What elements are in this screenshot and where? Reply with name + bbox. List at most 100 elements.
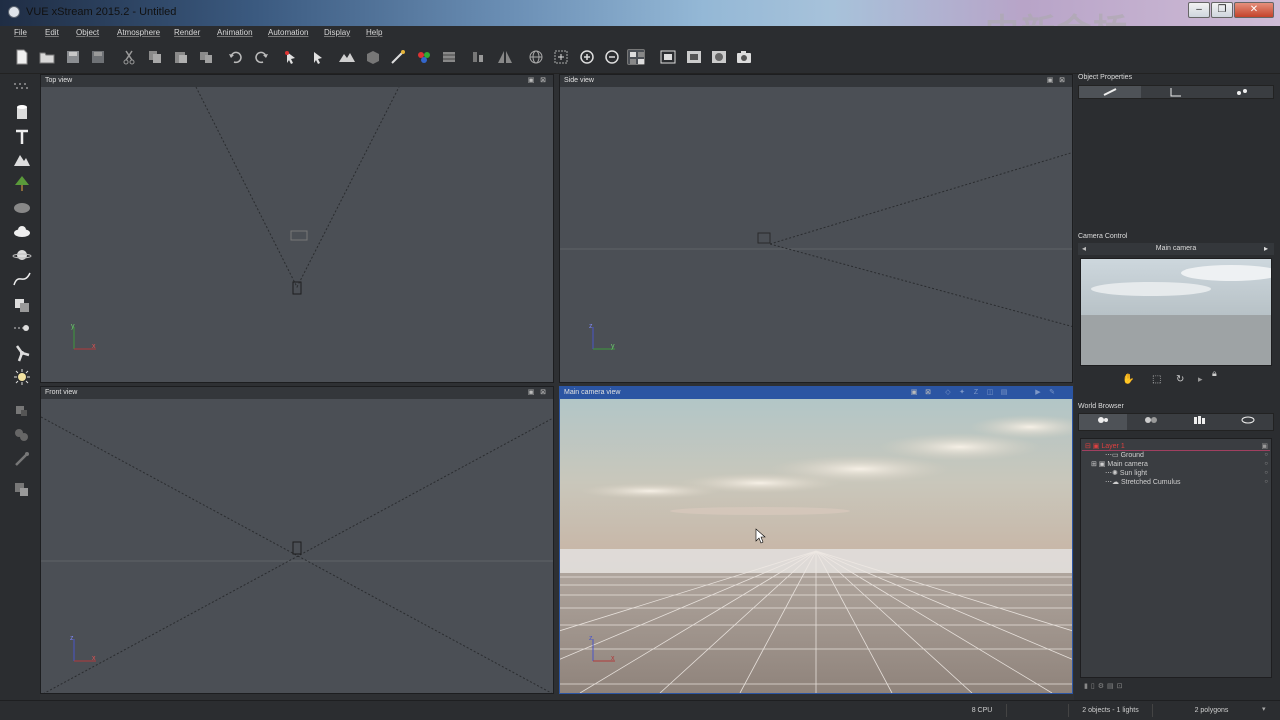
visibility-icon[interactable]: ○ — [1264, 461, 1268, 467]
viewport-maximize-icon[interactable]: ⊠ — [1058, 77, 1066, 85]
terrain-icon[interactable] — [12, 151, 32, 169]
camera-toolbar-icon[interactable]: ▤ — [1000, 389, 1008, 397]
cut-icon[interactable] — [120, 49, 138, 65]
menu-render[interactable]: Render — [174, 28, 200, 37]
side-viewport[interactable]: Side view ▣ ⊠ z y — [559, 74, 1073, 383]
text-icon[interactable] — [12, 128, 32, 146]
planet-icon[interactable] — [12, 246, 32, 264]
world-browser-footer-icons[interactable]: ▮▯⚙▤⊡ — [1084, 682, 1164, 692]
open-file-icon[interactable] — [38, 49, 56, 65]
tab-links[interactable] — [1223, 414, 1273, 430]
menu-automation[interactable]: Automation — [268, 28, 308, 37]
cylinder-icon[interactable] — [12, 104, 32, 122]
scatter-icon[interactable] — [12, 402, 32, 420]
viewport-options-icon[interactable]: ▣ — [527, 77, 535, 85]
tab-animation[interactable] — [1211, 86, 1273, 98]
object-library-icon[interactable] — [364, 49, 382, 65]
lock-icon[interactable]: 🔒︎ — [1212, 368, 1217, 379]
redo-icon[interactable] — [252, 49, 270, 65]
visibility-icon[interactable]: ○ — [1264, 470, 1268, 476]
duplicate-icon[interactable] — [197, 49, 215, 65]
menu-edit[interactable]: Edit — [45, 28, 59, 37]
metablob-icon[interactable] — [12, 426, 32, 444]
maximize-button[interactable]: ❐ — [1211, 2, 1233, 18]
tab-numerics[interactable] — [1145, 86, 1207, 98]
tree-icon[interactable] — [12, 175, 32, 193]
camera-toolbar-icon[interactable]: ◇ — [944, 389, 952, 397]
menu-file[interactable]: File — [14, 28, 27, 37]
tab-materials[interactable] — [1127, 414, 1175, 430]
symmetry-icon[interactable] — [496, 49, 514, 65]
viewport-options-icon[interactable]: ▣ — [527, 389, 535, 397]
viewport-canvas[interactable]: z x — [41, 399, 553, 693]
top-viewport[interactable]: Top view ▣ ⊠ y x — [40, 74, 554, 383]
layer-visibility-icon[interactable]: ▣ — [1261, 442, 1268, 450]
tree-layer[interactable]: ⊟ ▣ Layer 1 — [1085, 442, 1125, 450]
minimize-button[interactable]: – — [1188, 2, 1210, 18]
zoom-in-icon[interactable] — [578, 49, 596, 65]
pointer-icon[interactable] — [308, 49, 326, 65]
copy-icon[interactable] — [146, 49, 164, 65]
wand-icon[interactable] — [389, 49, 407, 65]
link-icon[interactable] — [12, 450, 32, 468]
viewport-maximize-icon[interactable]: ⊠ — [539, 389, 547, 397]
render-icon[interactable] — [685, 49, 703, 65]
curve-icon[interactable] — [12, 270, 32, 288]
menu-object[interactable]: Object — [76, 28, 99, 37]
viewport-maximize-icon[interactable]: ⊠ — [924, 389, 932, 397]
camera-next-icon[interactable]: ▸ — [1264, 244, 1268, 253]
menu-display[interactable]: Display — [324, 28, 350, 37]
spline-icon[interactable] — [12, 319, 32, 337]
zoom-out-icon[interactable] — [603, 49, 621, 65]
status-dropdown-icon[interactable]: ▾ — [1262, 705, 1266, 713]
material-icon[interactable] — [415, 49, 433, 65]
menu-animation[interactable]: Animation — [217, 28, 253, 37]
render-area-icon[interactable] — [659, 49, 677, 65]
tab-library[interactable] — [1175, 414, 1223, 430]
layout-icon[interactable] — [627, 49, 645, 65]
front-viewport[interactable]: Front view ▣ ⊠ z x — [40, 386, 554, 694]
menu-help[interactable]: Help — [366, 28, 382, 37]
select-icon[interactable] — [282, 49, 300, 65]
align-icon[interactable] — [470, 49, 488, 65]
globe-icon[interactable] — [527, 49, 545, 65]
camera-toolbar-icon[interactable]: ▶ — [1034, 389, 1042, 397]
save-icon[interactable] — [64, 49, 82, 65]
orbit-icon[interactable]: ↻ — [1176, 374, 1184, 385]
frame-select-icon[interactable]: ⬚ — [1152, 374, 1161, 385]
visibility-icon[interactable]: ○ — [1264, 479, 1268, 485]
group-icon[interactable] — [12, 480, 32, 498]
camera-render-canvas[interactable]: z x — [560, 399, 1072, 693]
undo-icon[interactable] — [227, 49, 245, 65]
paste-icon[interactable] — [172, 49, 190, 65]
visibility-icon[interactable]: ○ — [1264, 452, 1268, 458]
film-icon[interactable] — [440, 49, 458, 65]
camera-toolbar-icon[interactable]: ✎ — [1048, 389, 1056, 397]
tab-objects[interactable] — [1079, 414, 1127, 430]
camera-selector[interactable]: ◂ Main camera ▸ — [1078, 243, 1274, 255]
fan-icon[interactable] — [12, 344, 32, 362]
new-file-icon[interactable] — [13, 49, 31, 65]
tree-item-sunlight[interactable]: ⋯✺ Sun light — [1105, 469, 1147, 477]
viewport-maximize-icon[interactable]: ⊠ — [539, 77, 547, 85]
camera-toolbar-icon[interactable]: Z — [972, 389, 980, 397]
menu-atmosphere[interactable]: Atmosphere — [117, 28, 160, 37]
rock-icon[interactable] — [12, 198, 32, 216]
viewport-canvas[interactable]: y x — [41, 87, 553, 382]
viewport-options-icon[interactable]: ▣ — [1046, 77, 1054, 85]
play-icon[interactable]: ▸ — [1198, 374, 1203, 385]
viewport-canvas[interactable]: z y — [560, 87, 1072, 382]
camera-toolbar-icon[interactable]: ✦ — [958, 389, 966, 397]
hand-pan-icon[interactable]: ✋ — [1122, 374, 1134, 385]
stars-icon[interactable] — [12, 80, 32, 98]
save-as-icon[interactable] — [89, 49, 107, 65]
tree-item-cloud[interactable]: ⋯☁ Stretched Cumulus — [1105, 478, 1180, 486]
tree-item-camera[interactable]: ⊞ ▣ Main camera — [1091, 460, 1148, 468]
camera-toolbar-icon[interactable]: ◫ — [986, 389, 994, 397]
camera-icon[interactable] — [735, 49, 753, 65]
terrain-icon[interactable] — [338, 49, 356, 65]
cloud-icon[interactable] — [12, 222, 32, 240]
tree-item-ground[interactable]: ⋯▭ Ground — [1105, 451, 1144, 459]
close-button[interactable]: ✕ — [1234, 2, 1274, 18]
render-sphere-icon[interactable] — [710, 49, 728, 65]
